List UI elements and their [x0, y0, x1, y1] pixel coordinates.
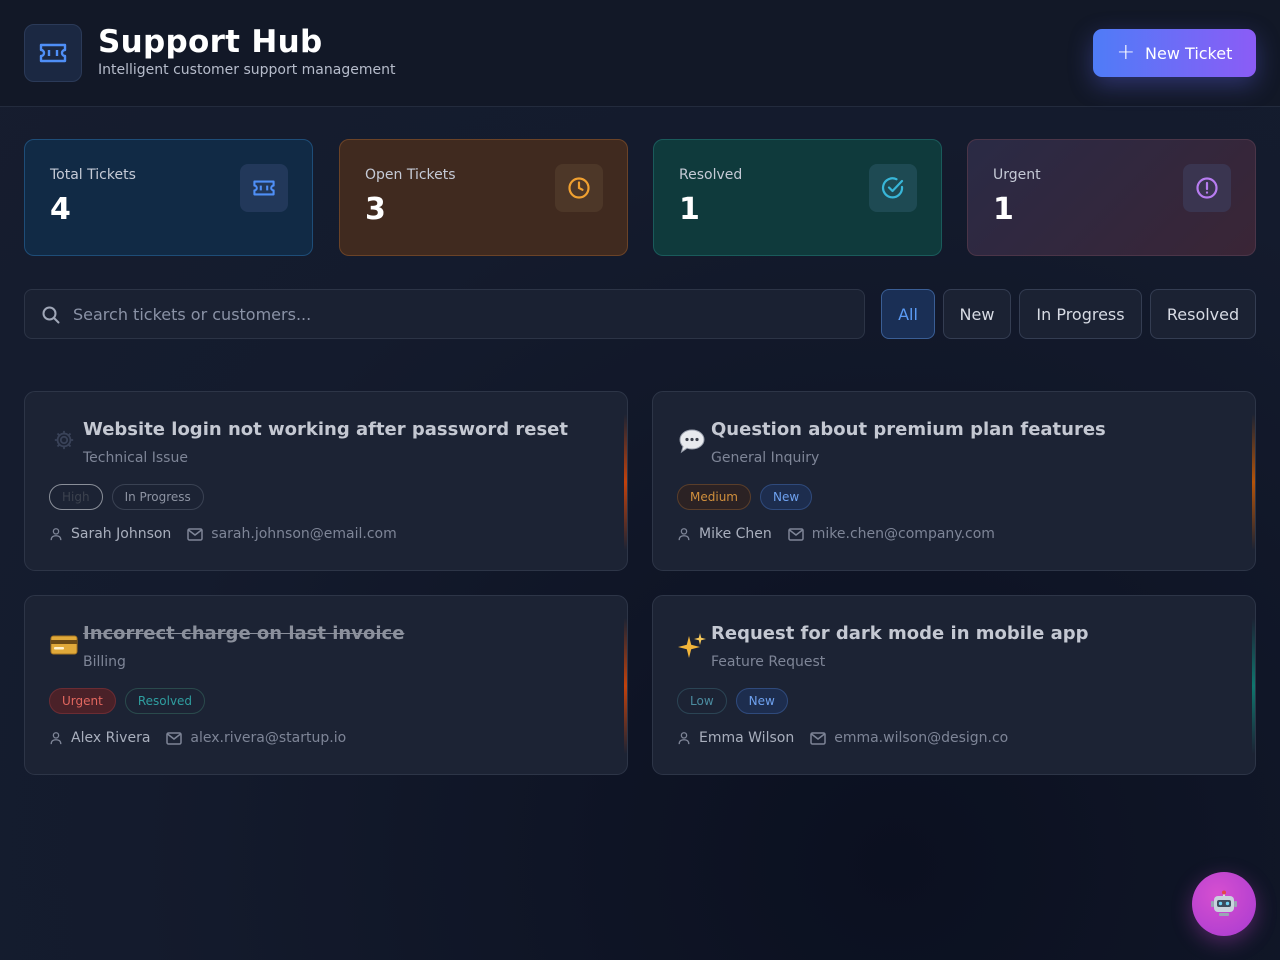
robot-icon [1211, 890, 1237, 916]
status-badge: New [735, 688, 788, 714]
assistant-button[interactable] [1192, 872, 1256, 936]
stat-value: 1 [993, 192, 1014, 227]
stat-label: Total Tickets [50, 167, 136, 183]
customer-name: Emma Wilson [699, 730, 795, 746]
priority-badge: Urgent [49, 688, 116, 714]
stat-label: Resolved [679, 167, 743, 183]
check-circle-icon [869, 164, 917, 212]
filter-resolved[interactable]: Resolved [1150, 289, 1256, 339]
ticket-accent [1252, 414, 1255, 550]
ticket-icon [24, 24, 82, 82]
user-icon [50, 528, 62, 541]
stat-label: Open Tickets [365, 167, 456, 183]
user-icon [50, 732, 62, 745]
ticket-card[interactable]: Request for dark mode in mobile app Feat… [652, 595, 1256, 775]
user-icon [678, 528, 690, 541]
new-ticket-label: New Ticket [1145, 43, 1233, 63]
credit-card-icon [49, 632, 79, 662]
mail-icon [166, 731, 183, 745]
ticket-accent [1252, 618, 1255, 754]
filter-in-progress[interactable]: In Progress [1019, 289, 1142, 339]
status-badge: New [759, 484, 813, 510]
new-ticket-button[interactable]: + New Ticket [1093, 29, 1256, 77]
ticket-category: Technical Issue [83, 450, 188, 466]
sparkles-icon [677, 632, 707, 662]
gear-icon [49, 428, 79, 458]
filter-new[interactable]: New [943, 289, 1011, 339]
search-icon [42, 306, 60, 324]
speech-bubble-icon [677, 428, 707, 458]
ticket-accent [624, 618, 627, 754]
priority-badge: High [49, 484, 103, 510]
page-title: Support Hub [98, 24, 323, 60]
ticket-accent [624, 414, 627, 550]
ticket-category: General Inquiry [711, 450, 820, 466]
stat-value: 1 [679, 192, 700, 227]
app-header: Support Hub Intelligent customer support… [0, 0, 1280, 107]
stat-card-urgent: Urgent 1 [967, 139, 1256, 256]
stat-value: 3 [365, 192, 386, 227]
stat-card-resolved: Resolved 1 [653, 139, 942, 256]
ticket-title: Incorrect charge on last invoice [83, 623, 405, 644]
stat-value: 4 [50, 192, 71, 227]
status-badge: Resolved [124, 688, 206, 714]
search-bar [24, 289, 865, 339]
customer-email: emma.wilson@design.co [834, 730, 1009, 746]
customer-email: sarah.johnson@email.com [211, 526, 397, 542]
ticket-title: Request for dark mode in mobile app [711, 623, 1089, 644]
ticket-card[interactable]: Website login not working after password… [24, 391, 628, 571]
ticket-title: Website login not working after password… [83, 419, 568, 440]
page-subtitle: Intelligent customer support management [98, 62, 396, 78]
stat-card-open-tickets: Open Tickets 3 [339, 139, 628, 256]
mail-icon [187, 527, 204, 541]
stat-card-total-tickets: Total Tickets 4 [24, 139, 313, 256]
customer-name: Sarah Johnson [71, 526, 172, 542]
ticket-card[interactable]: Incorrect charge on last invoice Billing… [24, 595, 628, 775]
mail-icon [810, 731, 826, 745]
customer-name: Mike Chen [699, 526, 772, 542]
search-input[interactable] [73, 290, 853, 338]
customer-email: alex.rivera@startup.io [190, 730, 347, 746]
mail-icon [788, 527, 804, 541]
filter-all[interactable]: All [881, 289, 935, 339]
ticket-icon [240, 164, 288, 212]
customer-email: mike.chen@company.com [811, 526, 995, 542]
status-badge: In Progress [111, 484, 204, 510]
ticket-category: Feature Request [711, 654, 826, 670]
ticket-category: Billing [83, 654, 126, 670]
priority-badge: Medium [677, 484, 751, 510]
ticket-card[interactable]: Question about premium plan features Gen… [652, 391, 1256, 571]
ticket-title: Question about premium plan features [711, 419, 1106, 440]
user-icon [678, 732, 690, 745]
stat-label: Urgent [993, 167, 1041, 183]
plus-icon: + [1116, 40, 1136, 65]
clock-icon [555, 164, 603, 212]
alert-circle-icon [1183, 164, 1231, 212]
priority-badge: Low [677, 688, 727, 714]
customer-name: Alex Rivera [71, 730, 151, 746]
